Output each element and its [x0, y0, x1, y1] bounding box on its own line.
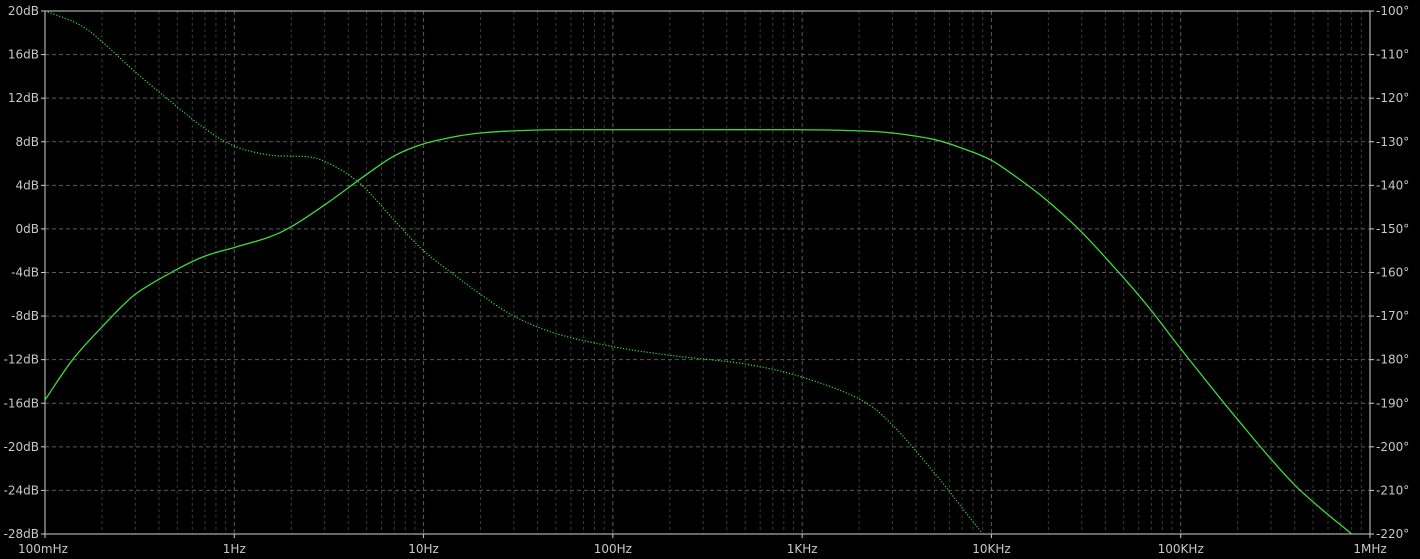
y-left-tick-label: 16dB	[8, 48, 39, 62]
x-tick-label: 1Hz	[223, 542, 246, 556]
y-left-tick-label: 4dB	[16, 178, 39, 192]
y-left-tick-label: 12dB	[8, 91, 39, 105]
y-left-tick-label: -4dB	[11, 266, 39, 280]
y-right-tick-label: -150°	[1376, 222, 1409, 236]
bode-chart-svg: 20dB 16dB 12dB 8dB 4dB 0dB -4dB -8dB -12dB -16dB -…	[4, 4, 1410, 556]
y-right-tick-label: -220°	[1376, 527, 1409, 541]
y-right-tick-label: -100°	[1376, 4, 1409, 18]
bode-plot: 20dB 16dB 12dB 8dB 4dB 0dB -4dB -8dB -12dB -16dB -…	[0, 0, 1420, 559]
y-left-tick-label: -8dB	[11, 309, 39, 323]
y-left-tick-label: 8dB	[16, 135, 39, 149]
y-left-tick-label: -28dB	[4, 527, 39, 541]
y-right-tick-label: -110°	[1376, 48, 1409, 62]
x-tick-label: 1MHz	[1353, 542, 1386, 556]
x-tick-label: 100mHz	[18, 542, 68, 556]
y-right-tick-label: -130°	[1376, 135, 1409, 149]
y-right-tick-label: -140°	[1376, 178, 1409, 192]
y-right-tick-label: -160°	[1376, 266, 1409, 280]
y-right-tick-label: -180°	[1376, 353, 1409, 367]
y-left-tick-label: 20dB	[8, 4, 39, 18]
x-tick-label: 1KHz	[787, 542, 818, 556]
y-left-tick-label: -24dB	[4, 483, 39, 497]
x-tick-label: 10KHz	[972, 542, 1010, 556]
x-tick-label: 100KHz	[1158, 542, 1204, 556]
y-right-tick-label: -200°	[1376, 440, 1409, 454]
y-right-tick-label: -170°	[1376, 309, 1409, 323]
y-left-tick-label: -20dB	[4, 440, 39, 454]
y-right-tick-label: -210°	[1376, 483, 1409, 497]
x-tick-label: 100Hz	[594, 542, 632, 556]
y-left-tick-label: 0dB	[16, 222, 39, 236]
y-left-tick-label: -12dB	[4, 353, 39, 367]
y-right-tick-label: -190°	[1376, 396, 1409, 410]
y-right-tick-label: -120°	[1376, 91, 1409, 105]
x-tick-label: 10Hz	[408, 542, 439, 556]
y-left-tick-label: -16dB	[4, 396, 39, 410]
magnitude-curve	[45, 129, 1353, 534]
